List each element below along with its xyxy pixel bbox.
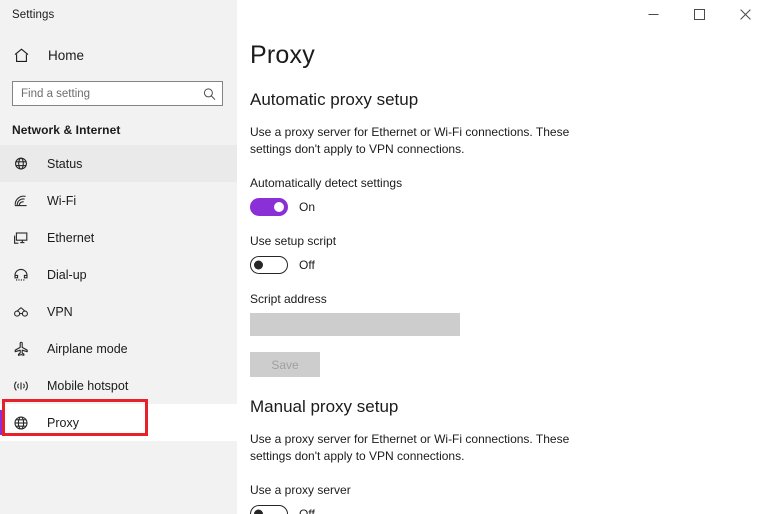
sidebar-item-label: Proxy xyxy=(47,415,79,430)
setup-script-row: Off xyxy=(250,256,768,275)
sidebar-item-label: Dial-up xyxy=(47,267,87,282)
use-proxy-server-toggle[interactable] xyxy=(250,505,288,514)
sidebar-item-label: Airplane mode xyxy=(47,341,128,356)
toggle-knob xyxy=(254,260,263,270)
automatic-proxy-description: Use a proxy server for Ethernet or Wi-Fi… xyxy=(250,125,570,157)
search-icon xyxy=(203,87,216,100)
sidebar-section-header: Network & Internet xyxy=(12,123,121,137)
window-controls xyxy=(237,0,768,29)
sidebar-item-status[interactable]: Status xyxy=(0,145,237,182)
auto-detect-label: Automatically detect settings xyxy=(250,176,403,191)
settings-window: Settings Home Find a setting Network & I… xyxy=(0,0,768,514)
use-proxy-server-label: Use a proxy server xyxy=(250,483,351,498)
sidebar-nav-list: Status Wi-Fi Ethernet Dial-up VPN Airpla… xyxy=(0,145,237,441)
sidebar-item-label: Mobile hotspot xyxy=(47,378,129,393)
auto-detect-state: On xyxy=(299,200,316,215)
sidebar-item-airplane-mode[interactable]: Airplane mode xyxy=(0,330,237,367)
auto-detect-row: On xyxy=(250,198,768,217)
title-bar-left: Settings xyxy=(0,0,237,29)
airplane-icon xyxy=(13,341,35,357)
sidebar-item-label: Wi-Fi xyxy=(47,193,77,208)
sidebar-home-label: Home xyxy=(48,47,85,63)
globe-proxy-icon xyxy=(13,415,35,431)
sidebar-item-proxy[interactable]: Proxy xyxy=(0,404,237,441)
maximize-icon xyxy=(693,9,705,20)
wifi-icon xyxy=(13,193,35,209)
manual-proxy-description: Use a proxy server for Ethernet or Wi-Fi… xyxy=(250,432,570,464)
close-button[interactable] xyxy=(722,0,768,29)
auto-detect-toggle[interactable] xyxy=(250,198,288,217)
search-input[interactable] xyxy=(13,82,222,105)
maximize-button[interactable] xyxy=(676,0,722,29)
setup-script-toggle[interactable] xyxy=(250,256,288,275)
sidebar: Home Network & Internet xyxy=(0,0,237,514)
sidebar-item-vpn[interactable]: VPN xyxy=(0,293,237,330)
script-address-label: Script address xyxy=(250,292,327,307)
use-proxy-server-row: Off xyxy=(250,505,768,514)
window-title: Settings xyxy=(12,8,55,21)
sidebar-item-mobile-hotspot[interactable]: Mobile hotspot xyxy=(0,367,237,404)
vpn-icon xyxy=(13,304,35,320)
mobile-hotspot-icon xyxy=(13,378,35,394)
sidebar-item-label: Status xyxy=(47,156,83,171)
sidebar-item-label: VPN xyxy=(47,304,73,319)
use-proxy-server-state: Off xyxy=(299,507,315,514)
sidebar-item-home[interactable]: Home xyxy=(0,38,237,72)
sidebar-item-label: Ethernet xyxy=(47,230,95,245)
sidebar-item-ethernet[interactable]: Ethernet xyxy=(0,219,237,256)
home-icon xyxy=(13,47,37,64)
minimize-icon xyxy=(648,9,659,20)
save-button[interactable]: Save xyxy=(250,352,320,378)
close-icon xyxy=(739,9,751,20)
minimize-button[interactable] xyxy=(630,0,676,29)
setup-script-state: Off xyxy=(299,258,315,273)
setup-script-label: Use setup script xyxy=(250,234,337,249)
script-address-input[interactable] xyxy=(250,313,460,337)
title-bar: Settings xyxy=(0,0,768,29)
automatic-proxy-heading: Automatic proxy setup xyxy=(250,90,419,109)
manual-proxy-heading: Manual proxy setup xyxy=(250,397,399,417)
dialup-phone-icon xyxy=(13,267,35,283)
search-container xyxy=(0,72,237,106)
sidebar-item-dialup[interactable]: Dial-up xyxy=(0,256,237,293)
ethernet-monitor-icon xyxy=(13,230,35,246)
globe-status-icon xyxy=(13,156,35,172)
content-pane: Proxy Automatic proxy setup Use a proxy … xyxy=(237,0,768,514)
sidebar-item-wifi[interactable]: Wi-Fi xyxy=(0,182,237,219)
page-title: Proxy xyxy=(250,41,315,69)
toggle-knob xyxy=(254,509,263,514)
selection-indicator xyxy=(0,410,3,435)
search-box[interactable] xyxy=(12,81,223,106)
toggle-knob xyxy=(274,202,284,213)
